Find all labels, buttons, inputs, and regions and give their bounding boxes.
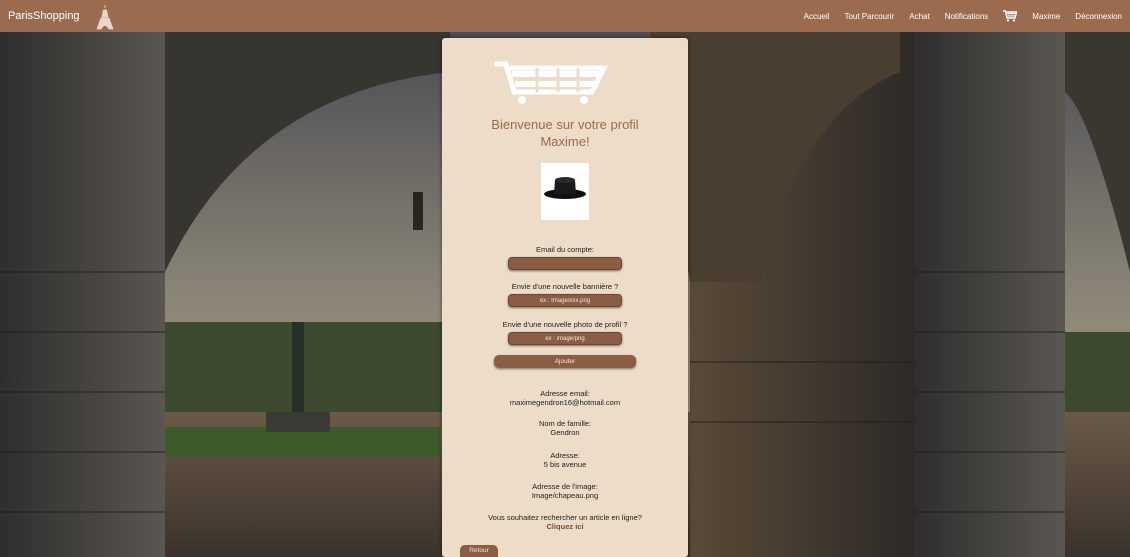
profile-card: Bienvenue sur votre profil Maxime! Email… bbox=[442, 38, 688, 557]
nav-tout-parcourir[interactable]: Tout Parcourir bbox=[844, 12, 894, 21]
banner-input[interactable] bbox=[508, 294, 622, 307]
info-label: Adresse de l'image: bbox=[532, 482, 598, 491]
brand-name[interactable]: ParisShopping bbox=[8, 10, 80, 22]
back-button[interactable]: Retour bbox=[460, 545, 498, 557]
email-field[interactable] bbox=[508, 257, 622, 270]
nav-logout[interactable]: Déconnexion bbox=[1075, 12, 1122, 21]
nav-accueil[interactable]: Accueil bbox=[804, 12, 830, 21]
info-value: 5 bis avenue bbox=[543, 460, 587, 469]
welcome-title: Bienvenue sur votre profil Maxime! bbox=[442, 116, 688, 150]
eiffel-tower-icon bbox=[95, 5, 114, 30]
nav-user[interactable]: Maxime bbox=[1032, 12, 1060, 21]
info-address: Adresse: 5 bis avenue bbox=[442, 451, 688, 469]
search-link[interactable]: Cliquez ici bbox=[442, 522, 688, 531]
add-button[interactable]: Ajouter bbox=[494, 355, 636, 368]
info-value: maximegendron16@hotmail.com bbox=[509, 398, 621, 407]
banner-label: Envie d'une nouvelle bannière ? bbox=[511, 282, 619, 291]
search-prompt: Vous souhaitez rechercher un article en … bbox=[442, 513, 688, 531]
welcome-username: Maxime! bbox=[540, 134, 590, 149]
cart-icon[interactable] bbox=[1003, 10, 1018, 22]
top-navbar: ParisShopping Accueil Tout Parcourir Ach… bbox=[0, 0, 1130, 32]
info-lastname: Nom de famille: Gendron bbox=[442, 419, 688, 437]
cart-icon bbox=[494, 61, 608, 104]
info-label: Adresse email: bbox=[540, 389, 590, 398]
photo-input[interactable] bbox=[508, 332, 622, 345]
avatar bbox=[541, 163, 589, 220]
info-email: Adresse email: maximegendron16@hotmail.c… bbox=[442, 389, 688, 407]
search-prompt-text: Vous souhaitez rechercher un article en … bbox=[488, 513, 642, 522]
info-value: Gendron bbox=[550, 428, 580, 437]
nav-achat[interactable]: Achat bbox=[909, 12, 929, 21]
photo-label: Envie d'une nouvelle photo de profil ? bbox=[502, 320, 628, 329]
info-image: Adresse de l'image: Image/chapeau.png bbox=[442, 482, 688, 500]
info-label: Adresse: bbox=[550, 451, 580, 460]
info-label: Nom de famille: bbox=[538, 419, 592, 428]
info-value: Image/chapeau.png bbox=[531, 491, 599, 500]
nav-notifications[interactable]: Notifications bbox=[945, 12, 989, 21]
email-label: Email du compte: bbox=[536, 245, 594, 254]
hat-avatar bbox=[544, 177, 586, 199]
welcome-line: Bienvenue sur votre profil bbox=[491, 117, 639, 132]
